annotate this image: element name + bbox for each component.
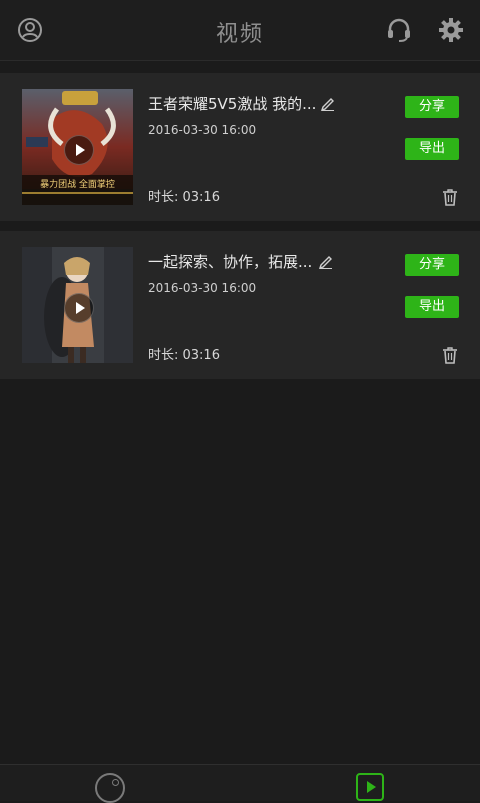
play-icon[interactable] (64, 135, 94, 165)
video-card[interactable]: 一起探索、协作，拓展... 2016-03-30 16:00 时长: 03:16… (0, 231, 480, 379)
video-card[interactable]: 暴力团战 全面掌控 王者荣耀5V5激战 我的... 2016-03-30 16:… (0, 73, 480, 221)
video-title: 一起探索、协作，拓展... (148, 253, 313, 271)
edit-icon[interactable] (318, 253, 334, 269)
video-play-icon[interactable] (356, 773, 384, 801)
play-icon[interactable] (64, 293, 94, 323)
video-duration: 时长: 03:16 (148, 348, 220, 363)
headset-icon[interactable] (385, 16, 413, 44)
trash-icon[interactable] (440, 187, 460, 207)
gear-icon[interactable] (437, 16, 465, 44)
bottom-tab-bar (0, 764, 480, 803)
video-date: 2016-03-30 16:00 (148, 123, 257, 137)
export-button[interactable]: 导出 (405, 296, 459, 318)
thumbnail-caption: 暴力团战 全面掌控 (40, 180, 115, 190)
share-button[interactable]: 分享 (405, 96, 459, 118)
video-thumbnail[interactable]: 暴力团战 全面掌控 (22, 89, 133, 205)
video-date: 2016-03-30 16:00 (148, 281, 257, 295)
capture-icon[interactable] (95, 773, 125, 803)
video-thumbnail[interactable] (22, 247, 133, 363)
video-title: 王者荣耀5V5激战 我的... (148, 95, 317, 113)
export-button[interactable]: 导出 (405, 138, 459, 160)
trash-icon[interactable] (440, 345, 460, 365)
video-duration: 时长: 03:16 (148, 190, 220, 205)
top-bar: 视频 (0, 0, 480, 61)
edit-icon[interactable] (320, 95, 336, 111)
share-button[interactable]: 分享 (405, 254, 459, 276)
